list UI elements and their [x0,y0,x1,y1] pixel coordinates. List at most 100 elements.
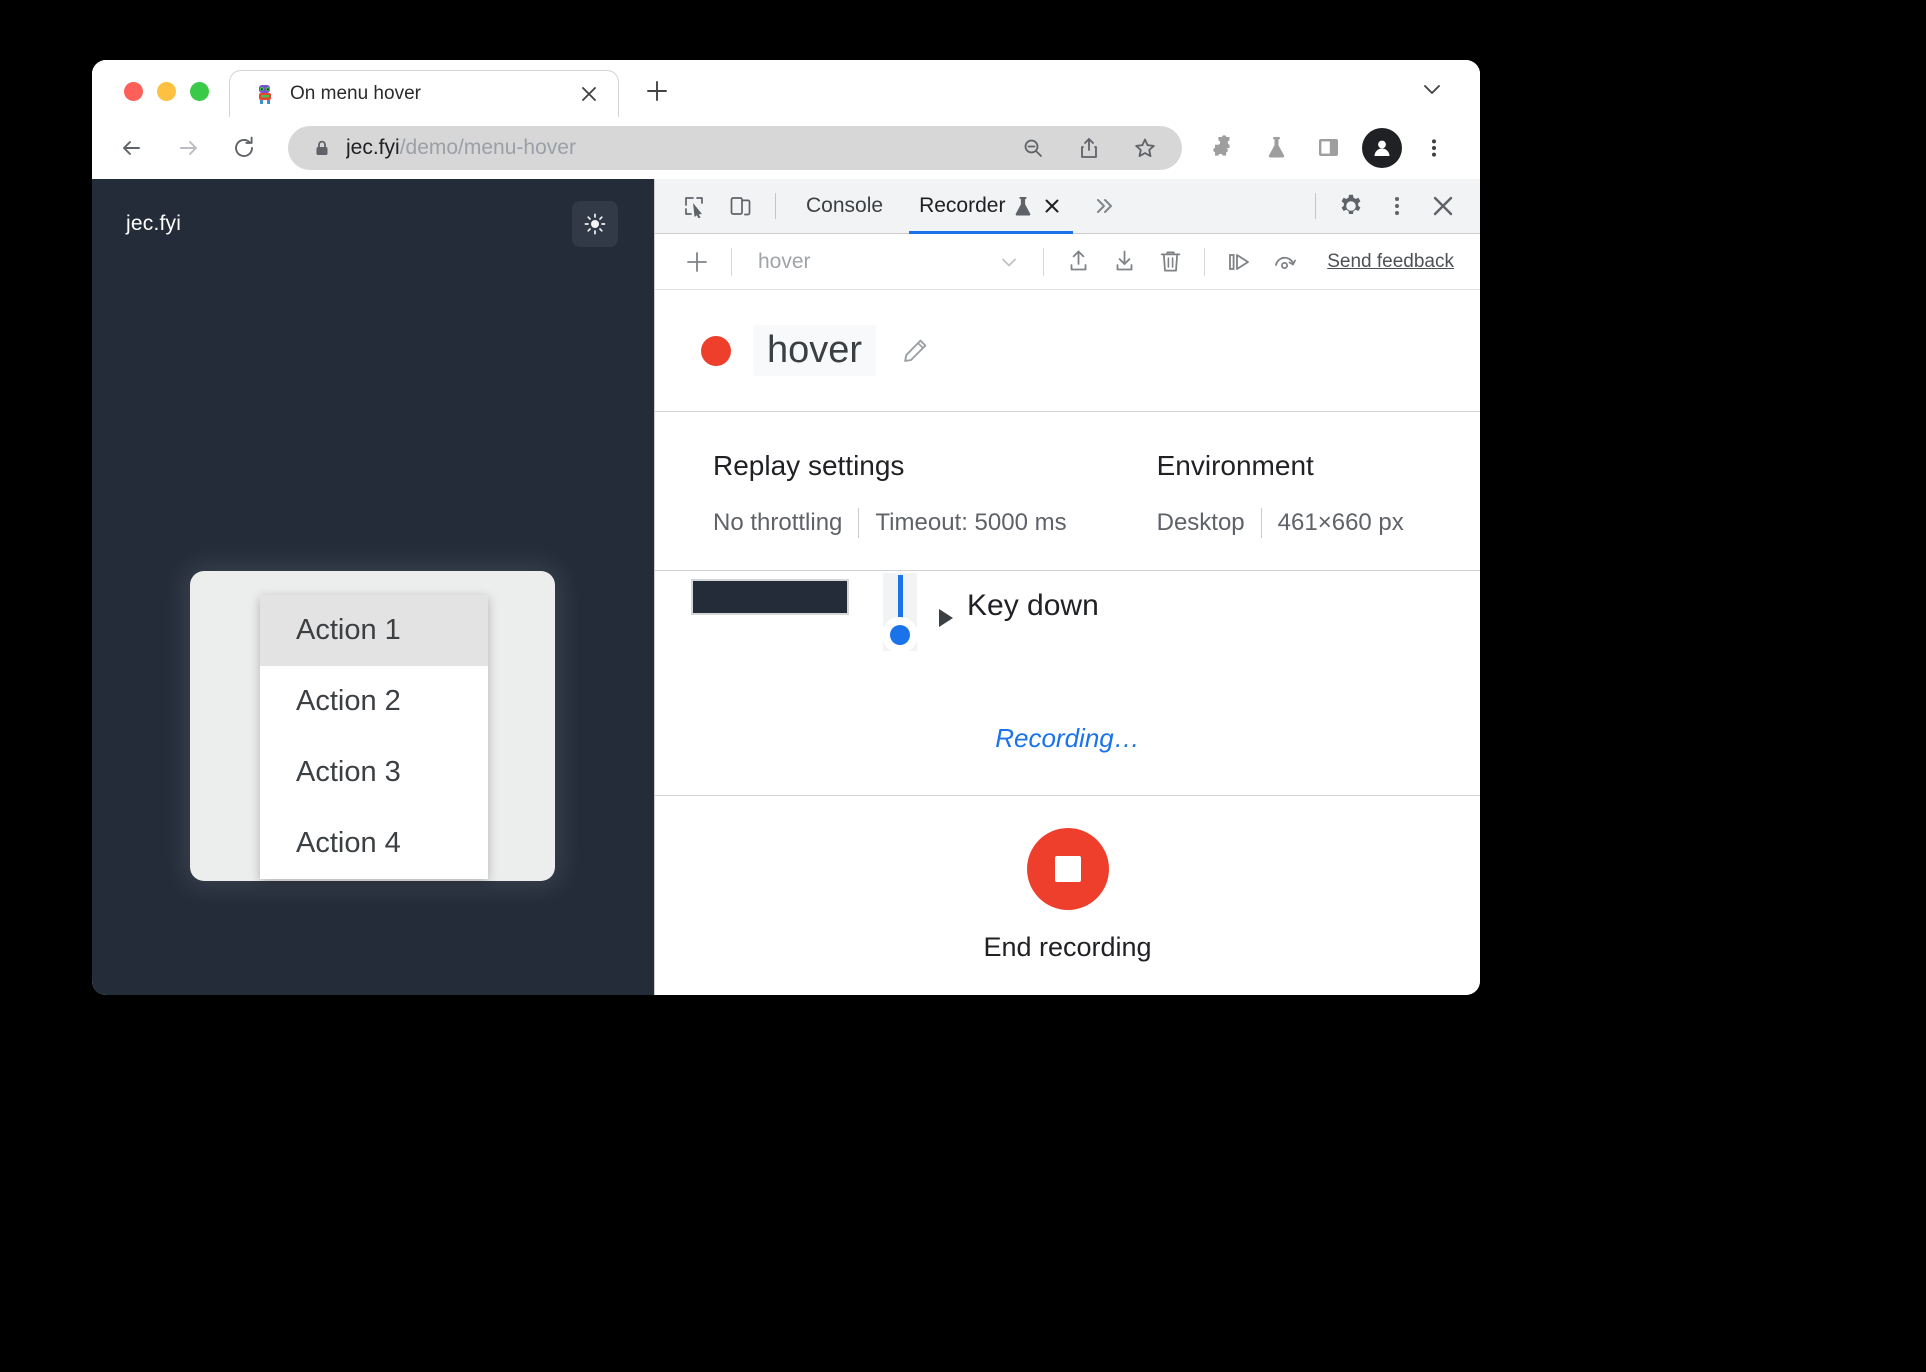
export-upload-icon[interactable] [1056,242,1100,282]
tab-recorder[interactable]: Recorder [901,179,1081,234]
environment-device: Desktop [1156,509,1245,536]
recording-dot [701,335,731,366]
star-icon[interactable] [1124,127,1166,169]
toolbar-divider [1315,193,1316,219]
device-toggle-icon[interactable] [717,185,763,227]
double-chevron-right-icon[interactable] [1081,185,1127,227]
zoom-out-icon[interactable] [1012,127,1054,169]
replay-settings-title: Replay settings [713,450,905,481]
window-body: jec.fyi Hover me! [92,179,1480,995]
recording-status-text: Recording… [995,723,1140,753]
toolbar-divider [775,193,776,219]
page-header: jec.fyi [92,179,654,269]
menu-item-action-2[interactable]: Action 2 [260,666,488,737]
stop-square-icon [1054,856,1081,882]
close-icon[interactable] [576,81,602,107]
pencil-edit-icon[interactable] [898,334,932,368]
toolbar-divider [1204,247,1206,276]
plus-icon[interactable] [637,71,677,111]
tab-strip: On menu hover [92,60,1480,117]
reload-icon[interactable] [218,122,270,174]
environment-viewport: 461×660 px [1277,509,1404,536]
window-minimize-button[interactable] [157,82,176,101]
recorder-footer: End recording [655,795,1480,995]
end-recording-label: End recording [983,932,1152,962]
recorder-toolbar: hover Send feedback [655,234,1480,290]
plus-icon[interactable] [675,242,719,282]
import-download-icon[interactable] [1102,242,1146,282]
url-text: jec.fyi/demo/menu-hover [346,136,998,160]
recording-select[interactable]: hover [744,242,1031,282]
flask-icon [1013,195,1033,217]
step-replay-icon[interactable] [1217,242,1261,282]
toolbar-divider [1043,247,1045,276]
window-close-button[interactable] [124,82,143,101]
lock-icon [312,138,332,158]
step-row[interactable]: Key down [655,571,1480,689]
chevron-down-icon[interactable] [1410,67,1454,111]
window-maximize-button[interactable] [190,82,209,101]
traffic-lights [92,82,229,117]
value-divider [1260,508,1262,538]
menu-item-action-3[interactable]: Action 3 [260,737,488,808]
browser-tab[interactable]: On menu hover [229,70,619,117]
replay-speed-icon[interactable] [1263,242,1307,282]
tab-console-label: Console [806,194,884,217]
end-recording-button[interactable] [1026,828,1109,910]
environment-values: Desktop 461×660 px [1157,508,1404,538]
trash-icon[interactable] [1148,242,1192,282]
devtools-close-icon[interactable] [1420,185,1466,227]
recording-title-row: hover [655,290,1480,412]
step-label: Key down [967,589,1099,622]
three-dots-vertical-icon[interactable] [1412,126,1456,170]
tab-recorder-label: Recorder [919,194,1006,217]
dinosaur-favicon [254,83,276,105]
gear-icon[interactable] [1328,185,1374,227]
step-timeline-marker [883,573,917,651]
three-dots-vertical-icon[interactable] [1374,185,1420,227]
web-page-pane: jec.fyi Hover me! [92,179,654,995]
recording-name[interactable]: hover [753,325,877,376]
side-panel-icon[interactable] [1304,124,1352,172]
sun-icon[interactable] [572,201,618,247]
environment-title: Environment [1156,450,1314,481]
share-icon[interactable] [1068,127,1110,169]
recorder-steps: Key down Recording… [655,571,1480,795]
screen: On menu hover jec.fyi/demo/menu-hover je… [0,0,1926,1372]
inspect-cursor-icon[interactable] [671,185,717,227]
tab-recorder-close-icon[interactable] [1041,195,1063,217]
site-logo[interactable]: jec.fyi [126,212,181,236]
timeout-value[interactable]: Timeout: 5000 ms [875,509,1066,537]
hover-menu: Action 1 Action 2 Action 3 Action 4 [260,595,488,879]
url-host: jec.fyi [346,135,400,159]
tab-title: On menu hover [290,83,421,104]
environment-column: Environment Desktop 461×660 px [1157,450,1404,538]
step-screenshot-thumbnail [691,579,849,615]
devtools-tabbar: Console Recorder [655,179,1480,234]
throttling-value[interactable]: No throttling [713,509,842,537]
timeline-bar [897,575,903,619]
recorder-settings: Replay settings No throttling Timeout: 5… [655,412,1480,571]
flask-icon[interactable] [1252,124,1300,172]
replay-settings-values: No throttling Timeout: 5000 ms [713,508,1067,538]
menu-item-action-1[interactable]: Action 1 [260,595,488,666]
toolbar-divider [731,247,732,276]
devtools-tabbar-actions [1303,185,1480,227]
hover-card[interactable]: Action 1 Action 2 Action 3 Action 4 [190,571,555,881]
browser-window: On menu hover jec.fyi/demo/menu-hover je… [92,60,1480,995]
puzzle-icon[interactable] [1200,124,1248,172]
timeline-knob [890,625,910,645]
tab-console[interactable]: Console [788,179,901,234]
triangle-right-icon[interactable] [939,609,953,627]
account-avatar-icon[interactable] [1362,127,1402,168]
replay-settings-column: Replay settings No throttling Timeout: 5… [713,450,1067,538]
send-feedback-link[interactable]: Send feedback [1309,251,1464,273]
address-bar[interactable]: jec.fyi/demo/menu-hover [288,125,1182,170]
url-path: /demo/menu-hover [399,135,576,159]
value-divider [858,508,860,538]
chevron-down-icon[interactable] [987,242,1031,282]
browser-toolbar: jec.fyi/demo/menu-hover [92,117,1480,179]
forward-arrow-icon[interactable] [162,122,214,174]
menu-item-action-4[interactable]: Action 4 [260,808,488,879]
back-arrow-icon[interactable] [106,122,158,174]
